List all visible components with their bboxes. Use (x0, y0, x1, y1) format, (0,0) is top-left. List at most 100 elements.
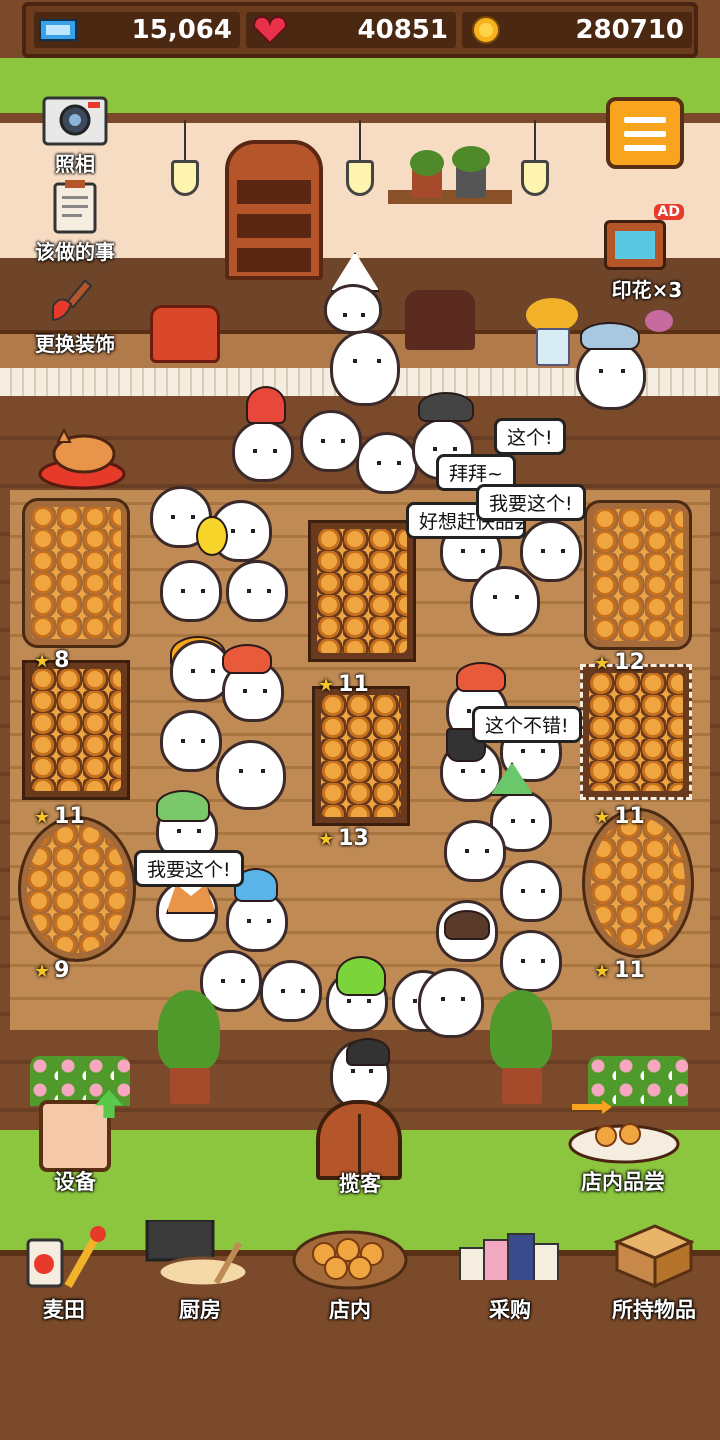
star-icon: ★ (594, 961, 611, 982)
hanging-lamp (165, 120, 205, 200)
inventory-box-icon (613, 1224, 695, 1289)
coin-counter[interactable]: 280710 (462, 12, 692, 48)
bread-cabinet (225, 140, 323, 280)
star-icon: ★ (594, 807, 611, 828)
hanging-lamp (515, 120, 555, 200)
customer[interactable] (160, 710, 222, 772)
customer[interactable] (160, 560, 222, 622)
flower-vase-icon (526, 298, 578, 332)
nav-inventory[interactable]: 所持物品 (592, 1220, 716, 1330)
invite-label: 揽客 (339, 1172, 381, 1196)
speech-bubble: 这个不错! (472, 706, 582, 743)
stamps-label: 印花×3 (611, 278, 683, 302)
nav-inventory-label: 所持物品 (612, 1298, 696, 1322)
star-icon: ★ (34, 807, 51, 828)
ticket-count: 15,064 (131, 15, 232, 45)
nav-store-label: 店内 (329, 1298, 371, 1322)
stamps-label-wrap[interactable]: 印花×3 (592, 272, 702, 303)
star-label-left-bottom: ★ 9 (34, 958, 70, 983)
todo-button[interactable]: 该做的事 (22, 180, 128, 265)
customer[interactable] (444, 820, 506, 882)
bread-basket-left-bottom[interactable] (18, 816, 136, 962)
speech-bubble: 我要这个! (134, 850, 244, 887)
speech-bubble: 这个! (494, 418, 566, 455)
photo-button[interactable]: 照相 (30, 92, 120, 177)
customer[interactable] (324, 284, 382, 334)
heart-counter[interactable]: 40851 (246, 12, 456, 48)
star-icon: ★ (34, 961, 51, 982)
vase (536, 328, 570, 366)
red-cap (456, 662, 506, 692)
todo-label: 该做的事 (35, 240, 115, 264)
wall-shelf (388, 190, 512, 204)
nav-kitchen-label: 厨房 (179, 1298, 221, 1322)
nav-store[interactable]: 店内 (290, 1220, 410, 1330)
green-hat (156, 790, 210, 822)
paint-brush-icon (52, 279, 93, 322)
nav-wheat-field-label: 麦田 (43, 1298, 85, 1322)
customer[interactable] (330, 330, 400, 406)
ad-tv-button[interactable]: AD (604, 204, 684, 274)
kitchen-icon (145, 1220, 249, 1288)
nav-kitchen[interactable]: 厨房 (140, 1220, 260, 1330)
bread-table-center-top[interactable] (308, 520, 416, 662)
tv-icon (604, 220, 666, 270)
star-icon: ★ (34, 651, 51, 672)
cactus-icon (410, 150, 444, 176)
star-label-left-mid: ★ 11 (34, 804, 85, 829)
photo-label: 照相 (55, 152, 95, 176)
plant-icon (452, 146, 490, 172)
door-icon (358, 1114, 361, 1174)
bread-basket-right-bottom[interactable] (582, 808, 694, 958)
flower-icon (645, 310, 673, 332)
change-decor-button[interactable]: 更换装饰 (22, 276, 128, 357)
bread-table-left-mid[interactable] (22, 660, 130, 800)
bread-basket-icon (39, 1100, 111, 1172)
customer[interactable] (216, 740, 286, 810)
tasting-table-icon[interactable] (566, 1098, 680, 1168)
camera-icon (42, 96, 108, 146)
tasting-label: 店内品尝 (581, 1170, 665, 1194)
brown-hat (444, 910, 490, 940)
beret-hat (418, 392, 474, 422)
ticket-counter[interactable]: 15,064 (34, 12, 240, 48)
ticket-icon (39, 19, 77, 41)
nav-shopping[interactable]: 采购 (450, 1220, 570, 1330)
nav-shopping-label: 采购 (489, 1298, 531, 1322)
red-cap (222, 644, 272, 674)
customer[interactable] (520, 520, 582, 582)
customer[interactable] (232, 420, 294, 482)
coin-count: 280710 (575, 15, 684, 45)
main-menu-button[interactable] (606, 97, 684, 169)
beret-hat (580, 322, 640, 350)
speech-bubble: 我要这个! (476, 484, 586, 521)
bread-table-center-mid[interactable] (312, 686, 410, 826)
customer[interactable] (300, 410, 362, 472)
wheat-field-icon (26, 1226, 106, 1288)
customer[interactable] (576, 340, 646, 410)
equipment-label: 设备 (54, 1170, 96, 1194)
customer[interactable] (418, 968, 484, 1038)
customer[interactable] (226, 560, 288, 622)
resource-bar: 15,064 40851 280710 (22, 2, 698, 58)
menu-icon (624, 117, 666, 123)
nav-wheat-field[interactable]: 麦田 (4, 1220, 124, 1330)
customer[interactable] (356, 432, 418, 494)
customer[interactable] (500, 930, 562, 992)
telephone-icon[interactable] (150, 305, 220, 363)
customer[interactable] (500, 860, 562, 922)
star-label-left-top: ★ 8 (34, 648, 70, 673)
armchair (405, 290, 475, 350)
heart-count: 40851 (357, 15, 448, 45)
bread-basket-left-top[interactable] (22, 498, 130, 648)
bowler-hat (346, 1038, 390, 1066)
knit-hat (246, 386, 286, 424)
star-label-center-mid: ★ 13 (318, 826, 369, 851)
customer[interactable] (260, 960, 322, 1022)
game-screen: 15,064 40851 280710 照相 该做的事 更换装饰 AD 印花×3… (0, 0, 720, 1440)
clipboard-icon (53, 180, 97, 234)
bread-table-right-mid[interactable] (580, 664, 692, 800)
customer[interactable] (470, 566, 540, 636)
star-label-center-top: ★ 11 (318, 672, 369, 697)
bread-basket-right-top[interactable] (584, 500, 692, 650)
